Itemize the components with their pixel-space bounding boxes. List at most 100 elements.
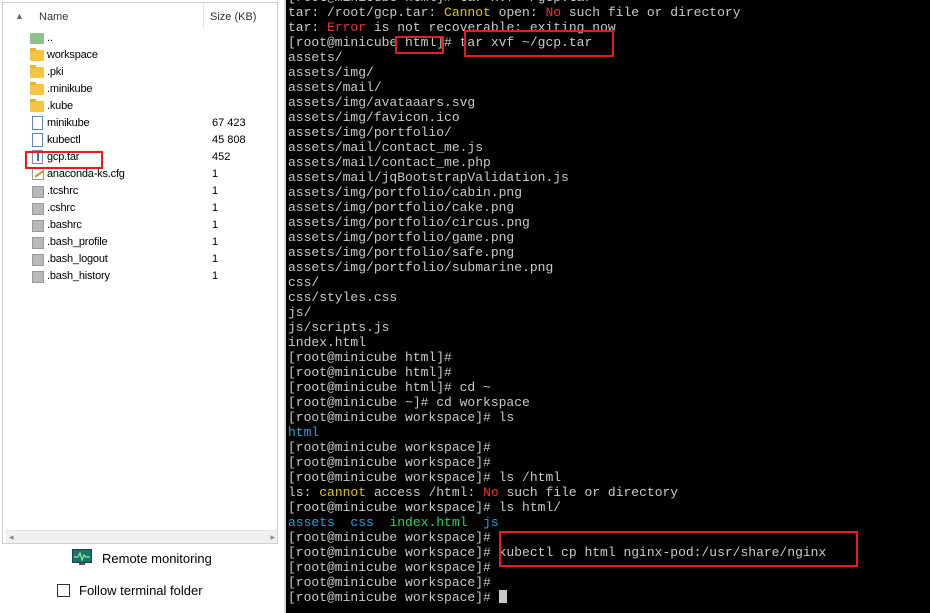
terminal-text: [root@minicube workspace]# — [288, 530, 491, 545]
terminal-line: index.html — [288, 335, 826, 350]
terminal-line: [root@minicube workspace]# ls html/ — [288, 500, 826, 515]
size-column-header[interactable]: Size (KB) — [210, 11, 256, 23]
terminal-text: [root@minicube html]# cd ~ — [288, 380, 491, 395]
terminal-text: [root@minicube workspace]# — [288, 575, 491, 590]
file-size: 1 — [212, 270, 219, 282]
terminal-text: assets/img/portfolio/submarine.png — [288, 260, 554, 275]
terminal-line: assets/img/portfolio/submarine.png — [288, 260, 826, 275]
terminal-text: assets/img/avataaars.svg — [288, 95, 476, 110]
terminal-output: [root@minicube html]# tar xvf ~/gcp.tart… — [288, 0, 826, 605]
highlight-box-kubectl-command — [499, 531, 858, 567]
terminal-text: js/scripts.js — [288, 320, 390, 335]
terminal-line: assets/img/portfolio/safe.png — [288, 245, 826, 260]
folder-icon — [30, 82, 44, 95]
terminal-text: No — [545, 5, 562, 20]
terminal-line: assets/mail/contact_me.js — [288, 140, 826, 155]
file-size: 1 — [212, 253, 219, 265]
file-name: .bash_logout — [47, 253, 108, 265]
file-browser-pane[interactable]: ▲ Name Size (KB) .. workspace .pki .minikub… — [2, 2, 278, 544]
terminal-line: [root@minicube ~]# cd workspace — [288, 395, 826, 410]
terminal-text: css/ — [288, 275, 320, 290]
terminal-text: [root@minicube html]# — [288, 365, 452, 380]
terminal-text: tar: — [288, 20, 328, 35]
file-name: kubectl — [47, 134, 81, 146]
terminal[interactable]: [root@minicube html]# tar xvf ~/gcp.tart… — [286, 0, 930, 613]
hidden-file-icon — [32, 203, 44, 215]
file-row[interactable]: .bash_logout 1 — [3, 251, 263, 268]
terminal-cursor — [498, 590, 507, 603]
terminal-text: assets/mail/contact_me.js — [288, 140, 484, 155]
scroll-left-icon[interactable]: ◂ — [9, 532, 14, 543]
file-row[interactable]: .bash_history 1 — [3, 268, 263, 285]
terminal-line: [root@minicube workspace]# ls — [288, 410, 826, 425]
terminal-text: js/ — [288, 305, 312, 320]
terminal-line: assets/img/favicon.ico — [288, 110, 826, 125]
file-name: .bashrc — [47, 219, 82, 231]
monitor-icon — [72, 549, 92, 565]
file-row[interactable]: .bash_profile 1 — [3, 234, 263, 251]
file-size: 45 808 — [212, 134, 246, 146]
folder-icon — [30, 48, 44, 61]
file-name: .pki — [47, 66, 64, 78]
terminal-text: assets/img/ — [288, 65, 374, 80]
hidden-file-icon — [32, 186, 44, 198]
file-list-header: ▲ Name Size (KB) — [3, 3, 263, 29]
terminal-line: assets/img/ — [288, 65, 826, 80]
hidden-file-icon — [32, 237, 44, 249]
horizontal-scrollbar[interactable]: ◂ ▸ — [6, 530, 277, 543]
file-size: 452 — [212, 151, 231, 163]
sort-ascending-icon[interactable]: ▲ — [15, 11, 24, 21]
terminal-line: css/styles.css — [288, 290, 826, 305]
file-row[interactable]: .kube — [3, 98, 263, 115]
terminal-text: [root@minicube workspace]# — [288, 440, 491, 455]
file-size: 1 — [212, 168, 219, 180]
file-row[interactable]: .cshrc 1 — [3, 200, 263, 217]
file-row[interactable]: .pki — [3, 64, 263, 81]
name-column-header[interactable]: Name — [39, 11, 68, 23]
file-name: .kube — [47, 100, 73, 112]
terminal-text: [root@minicube html]# — [288, 350, 452, 365]
terminal-text: assets/mail/contact_me.php — [288, 155, 491, 170]
file-name: workspace — [47, 49, 98, 61]
follow-terminal-folder-checkbox[interactable] — [57, 584, 70, 597]
file-name: .. — [47, 32, 53, 44]
terminal-text: Error — [327, 20, 367, 35]
scroll-right-icon[interactable]: ▸ — [270, 532, 275, 543]
file-size: 1 — [212, 236, 219, 248]
terminal-line: js/ — [288, 305, 826, 320]
terminal-line: assets css index.html js — [288, 515, 826, 530]
terminal-line: [root@minicube html]# cd ~ — [288, 380, 826, 395]
file-name: .cshrc — [47, 202, 76, 214]
file-size: 1 — [212, 202, 219, 214]
file-name: .bash_history — [47, 270, 110, 282]
remote-monitoring-label: Remote monitoring — [102, 551, 212, 566]
file-row[interactable]: minikube 67 423 — [3, 115, 263, 132]
terminal-line: ls: cannot access /html: No such file or… — [288, 485, 826, 500]
file-icon — [32, 133, 43, 147]
hidden-file-icon — [32, 220, 44, 232]
file-row[interactable]: .bashrc 1 — [3, 217, 263, 234]
file-row[interactable]: workspace — [3, 47, 263, 64]
file-row[interactable]: .. — [3, 30, 263, 47]
terminal-text: assets/img/portfolio/cabin.png — [288, 185, 523, 200]
terminal-line: assets/mail/contact_me.php — [288, 155, 826, 170]
terminal-text: [root@minicube workspace]# — [288, 560, 491, 575]
file-row[interactable]: kubectl 45 808 — [3, 132, 263, 149]
terminal-text: ls: — [288, 485, 320, 500]
terminal-line: [root@minicube workspace]# — [288, 590, 826, 605]
terminal-line: [root@minicube workspace]# ls /html — [288, 470, 826, 485]
terminal-line: html — [288, 425, 826, 440]
column-separator[interactable] — [203, 3, 204, 29]
terminal-line: assets/img/portfolio/ — [288, 125, 826, 140]
file-row[interactable]: .minikube — [3, 81, 263, 98]
terminal-line: assets/mail/ — [288, 80, 826, 95]
file-name: .minikube — [47, 83, 93, 95]
terminal-text: assets/img/favicon.ico — [288, 110, 460, 125]
highlight-box-html-dir — [395, 36, 444, 54]
terminal-text: No — [483, 485, 499, 500]
terminal-text: such file or directory — [561, 5, 741, 20]
terminal-text: css — [350, 515, 374, 530]
file-row[interactable]: .tcshrc 1 — [3, 183, 263, 200]
terminal-text: [root@minicube workspace]# ls html/ — [288, 500, 562, 515]
